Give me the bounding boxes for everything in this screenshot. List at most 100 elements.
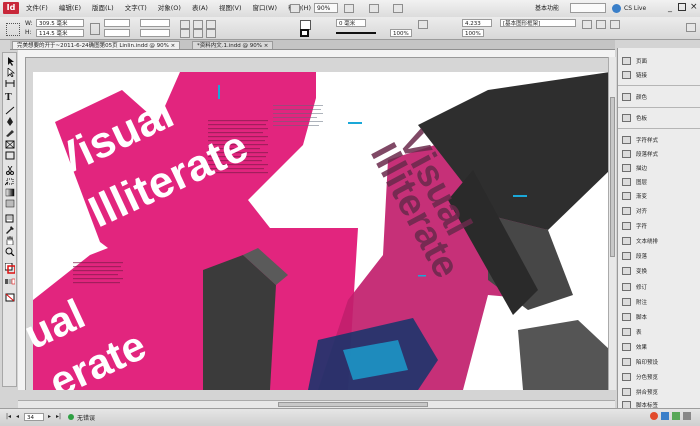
center-content-icon[interactable]	[610, 20, 620, 29]
panel-item-align[interactable]: 对齐	[618, 204, 700, 217]
panel-item-effects[interactable]: 效果	[618, 340, 700, 353]
vertical-ruler[interactable]	[18, 57, 26, 390]
horizontal-ruler[interactable]	[18, 50, 615, 58]
panel-item-character[interactable]: 字符	[618, 219, 700, 232]
rotate-ccw-icon[interactable]	[193, 20, 203, 29]
panel-item-text-wrap[interactable]: 文本绕排	[618, 234, 700, 247]
gradient-swatch-tool-icon[interactable]	[5, 188, 15, 197]
panel-item-track-changes[interactable]: 修订	[618, 280, 700, 293]
page-number-field[interactable]: 34	[24, 413, 44, 421]
menu-file[interactable]: 文件(F)	[26, 3, 48, 14]
menu-edit[interactable]: 编辑(E)	[59, 3, 81, 14]
view-options-icon[interactable]	[344, 4, 354, 13]
panel-item-swatches[interactable]: 色板	[618, 111, 700, 124]
panel-item-flattener-preview[interactable]: 拼合预览	[618, 385, 700, 398]
eyedropper-tool-icon[interactable]	[5, 225, 15, 234]
panel-item-separations-preview[interactable]: 分色预览	[618, 370, 700, 383]
select-container-icon[interactable]	[180, 29, 190, 38]
search-input[interactable]	[570, 3, 606, 13]
control-panel-menu-icon[interactable]	[686, 23, 696, 32]
first-page-icon[interactable]: |◂	[6, 413, 11, 420]
panel-item-transform[interactable]: 变换	[618, 264, 700, 277]
horizontal-scroll-thumb[interactable]	[278, 402, 428, 407]
panel-item-gradient[interactable]: 渐变	[618, 189, 700, 202]
panel-item-trap-presets[interactable]: 陷印预设	[618, 355, 700, 368]
scissors-tool-icon[interactable]	[5, 165, 15, 175]
opacity-field[interactable]: 100%	[390, 29, 412, 37]
gap-tool-icon[interactable]	[5, 79, 15, 88]
pen-tool-icon[interactable]	[5, 117, 15, 126]
rectangle-tool-icon[interactable]	[5, 151, 15, 160]
reference-point-icon[interactable]	[6, 23, 20, 36]
free-transform-tool-icon[interactable]	[4, 177, 15, 186]
stroke-weight-field[interactable]: 0 毫米	[336, 19, 366, 27]
normal-view-icon[interactable]	[5, 293, 15, 302]
panel-item-character-styles[interactable]: 字符样式	[618, 133, 700, 146]
document-canvas[interactable]: Visual Illiterate ual erate Visual Illit…	[18, 50, 615, 390]
fill-stroke-swatches-icon[interactable]	[4, 262, 16, 274]
panel-item-paragraph[interactable]: 段落	[618, 249, 700, 262]
last-page-icon[interactable]: ▸|	[56, 413, 61, 420]
panel-item-stroke[interactable]: 描边	[618, 161, 700, 174]
panel-item-scripts[interactable]: 脚本	[618, 310, 700, 323]
horizontal-scrollbar[interactable]	[18, 400, 615, 408]
panel-item-links[interactable]: 链接	[618, 68, 700, 81]
hand-tool-icon[interactable]	[5, 235, 15, 246]
workspace-switcher[interactable]: 基本功能	[535, 3, 559, 14]
preflight-status[interactable]: 无错误	[77, 413, 95, 422]
fit-content-icon[interactable]	[582, 20, 592, 29]
menu-type[interactable]: 文字(T)	[125, 3, 147, 14]
menu-table[interactable]: 表(A)	[192, 3, 208, 14]
next-page-icon[interactable]: ▸	[48, 413, 51, 420]
close-icon[interactable]: ×	[690, 1, 698, 13]
rectangle-frame-tool-icon[interactable]	[5, 140, 15, 149]
panel-item-paragraph-styles[interactable]: 段落样式	[618, 147, 700, 160]
zoom-tool-icon[interactable]	[5, 247, 15, 257]
selection-tool-icon[interactable]	[5, 57, 15, 66]
gradient-feather-tool-icon[interactable]	[5, 199, 15, 208]
panel-item-notes[interactable]: 附注	[618, 295, 700, 308]
vertical-scroll-thumb[interactable]	[610, 97, 615, 257]
bridge-icon[interactable]	[290, 4, 300, 13]
tab-document-1[interactable]: 完美想要的开于~2011-6-24确图第05页 Linlin.indd @ 90…	[12, 41, 181, 49]
cs-live-button[interactable]: CS Live	[624, 3, 646, 14]
scale-x-field[interactable]	[104, 19, 130, 27]
flip-horizontal-icon[interactable]	[206, 20, 216, 29]
minimize-icon[interactable]: _	[668, 3, 672, 13]
menu-view[interactable]: 视图(V)	[219, 3, 242, 14]
panel-item-color[interactable]: 颜色	[618, 90, 700, 103]
width-field[interactable]: 309.5 毫米	[36, 19, 84, 27]
rotate-field[interactable]	[140, 19, 170, 27]
note-tool-icon[interactable]	[5, 214, 15, 223]
arrange-documents-icon[interactable]	[393, 4, 403, 13]
menu-object[interactable]: 对象(O)	[158, 3, 181, 14]
constrain-icon[interactable]	[90, 23, 100, 35]
maximize-icon[interactable]	[678, 3, 686, 11]
vertical-scrollbar[interactable]	[608, 57, 616, 390]
flip-vertical-icon[interactable]	[206, 29, 216, 38]
percent-field[interactable]: 100%	[462, 29, 484, 37]
scale-y-field[interactable]	[104, 29, 130, 37]
height-field[interactable]: 114.5 毫米	[36, 29, 84, 37]
menu-layout[interactable]: 版面(L)	[92, 3, 114, 14]
pencil-tool-icon[interactable]	[5, 128, 15, 137]
stroke-value-field[interactable]: 4.233	[462, 19, 492, 27]
screen-mode-icon[interactable]	[369, 4, 379, 13]
panel-item-layers[interactable]: 图层	[618, 175, 700, 188]
tab-document-2[interactable]: *资料内文.1.indd @ 90% ×	[192, 41, 274, 49]
stroke-type-select[interactable]	[336, 32, 376, 34]
object-style-select[interactable]: [基本图形框架]	[500, 19, 576, 27]
type-tool-icon[interactable]: T	[5, 94, 15, 103]
stroke-swatch-icon[interactable]	[300, 29, 309, 37]
panel-item-pages[interactable]: 页面	[618, 54, 700, 67]
apply-color-icon[interactable]	[5, 277, 16, 286]
direct-selection-tool-icon[interactable]	[5, 67, 16, 78]
fit-frame-icon[interactable]	[596, 20, 606, 29]
rotate-cw-icon[interactable]	[180, 20, 190, 29]
line-tool-icon[interactable]	[5, 106, 15, 115]
drop-shadow-icon[interactable]	[418, 20, 428, 29]
panel-item-table[interactable]: 表	[618, 325, 700, 338]
menu-window[interactable]: 窗口(W)	[253, 3, 278, 14]
prev-page-icon[interactable]: ◂	[16, 413, 19, 420]
zoom-select[interactable]: 90%	[314, 3, 338, 13]
